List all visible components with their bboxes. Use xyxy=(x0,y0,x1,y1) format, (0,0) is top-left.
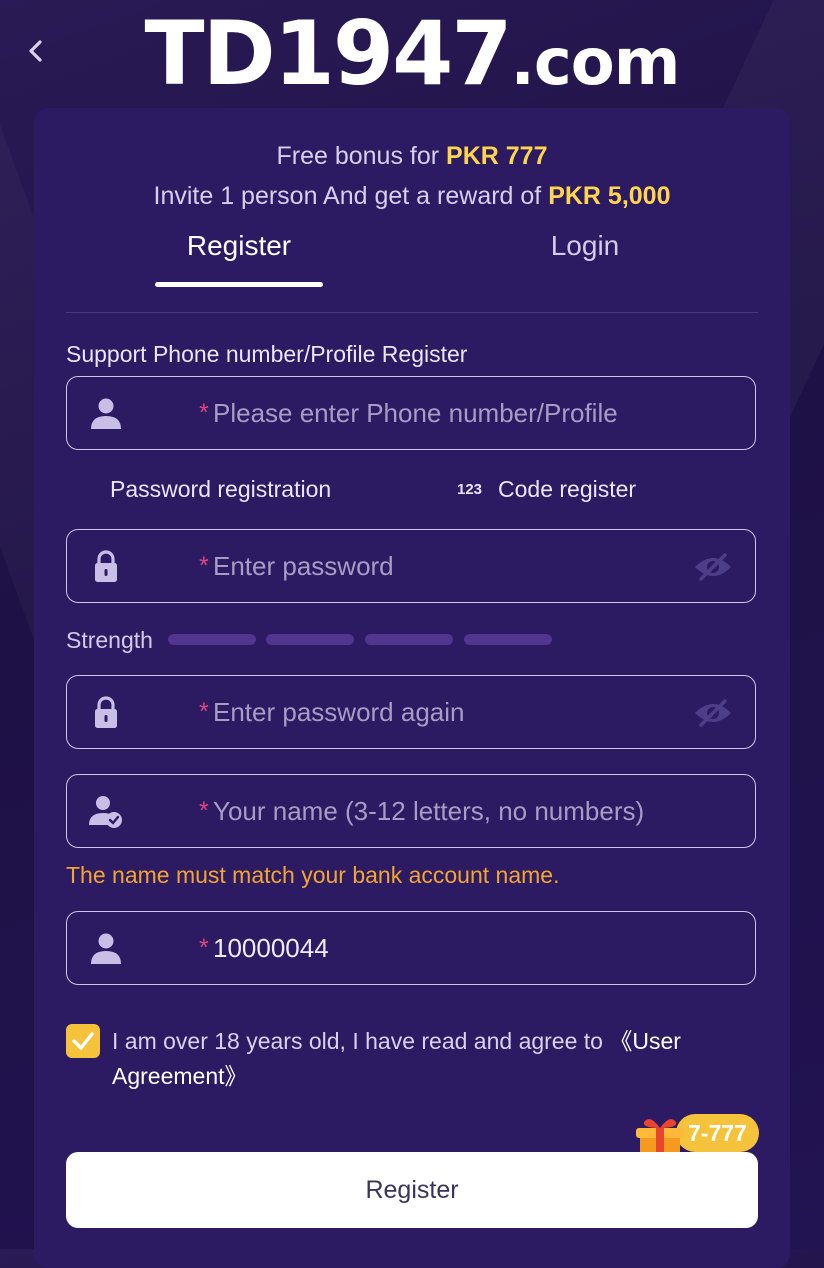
name-warning: The name must match your bank account na… xyxy=(66,862,560,888)
required-mark: * xyxy=(199,698,209,726)
lock-icon xyxy=(95,696,117,728)
tab-divider xyxy=(66,312,758,313)
logo-main: TD1947 xyxy=(144,2,513,105)
required-mark: * xyxy=(199,552,209,580)
referral-input[interactable] xyxy=(213,924,733,972)
phone-field: * xyxy=(66,376,756,450)
promo-invite-text: Invite 1 person And get a reward of xyxy=(153,182,549,210)
referral-field: * xyxy=(66,911,756,985)
promo-bonus-text: Free bonus for xyxy=(276,142,447,170)
code-register-option[interactable]: Code register xyxy=(498,476,636,503)
promo-bonus-amount: PKR 777 xyxy=(446,142,548,170)
logo-domain: .com xyxy=(510,26,681,100)
strength-label: Strength xyxy=(66,627,153,653)
required-mark: * xyxy=(199,797,209,825)
support-label: Support Phone number/Profile Register xyxy=(66,341,468,367)
user-check-icon xyxy=(89,796,122,828)
password-field: * xyxy=(66,529,756,603)
required-mark: * xyxy=(199,934,209,962)
promo-bonus: Free bonus for PKR 777 xyxy=(0,142,824,171)
name-field: * xyxy=(66,774,756,848)
gift-badge[interactable]: 7-777 xyxy=(676,1114,759,1152)
password-again-input[interactable] xyxy=(213,688,733,736)
strength-bar xyxy=(464,634,552,645)
promo-invite: Invite 1 person And get a reward of PKR … xyxy=(0,182,824,211)
user-icon xyxy=(91,933,121,964)
agreement-checkbox[interactable] xyxy=(66,1024,100,1058)
register-button[interactable]: Register xyxy=(66,1152,758,1228)
tab-register[interactable]: Register xyxy=(150,230,328,262)
password-registration-option[interactable]: Password registration xyxy=(110,476,331,503)
check-icon xyxy=(72,1032,94,1050)
promo-invite-amount: PKR 5,000 xyxy=(548,182,671,210)
agreement-statement: I am over 18 years old, I have read and … xyxy=(112,1028,610,1054)
strength-bar xyxy=(266,634,354,645)
eye-off-icon[interactable] xyxy=(693,552,733,582)
tab-login[interactable]: Login xyxy=(500,230,670,262)
agreement-text: I am over 18 years old, I have read and … xyxy=(112,1024,712,1094)
phone-input[interactable] xyxy=(213,389,733,437)
eye-off-icon[interactable] xyxy=(693,698,733,728)
lock-icon xyxy=(95,550,117,582)
name-input[interactable] xyxy=(213,787,733,835)
strength-bar xyxy=(365,634,453,645)
strength-bar xyxy=(168,634,256,645)
site-logo: TD1947.com xyxy=(0,4,824,113)
password-input[interactable] xyxy=(213,542,733,590)
required-mark: * xyxy=(199,399,209,427)
code-register-badge: 123 xyxy=(457,481,483,498)
active-tab-indicator xyxy=(155,282,323,287)
user-icon xyxy=(91,398,121,429)
password-again-field: * xyxy=(66,675,756,749)
